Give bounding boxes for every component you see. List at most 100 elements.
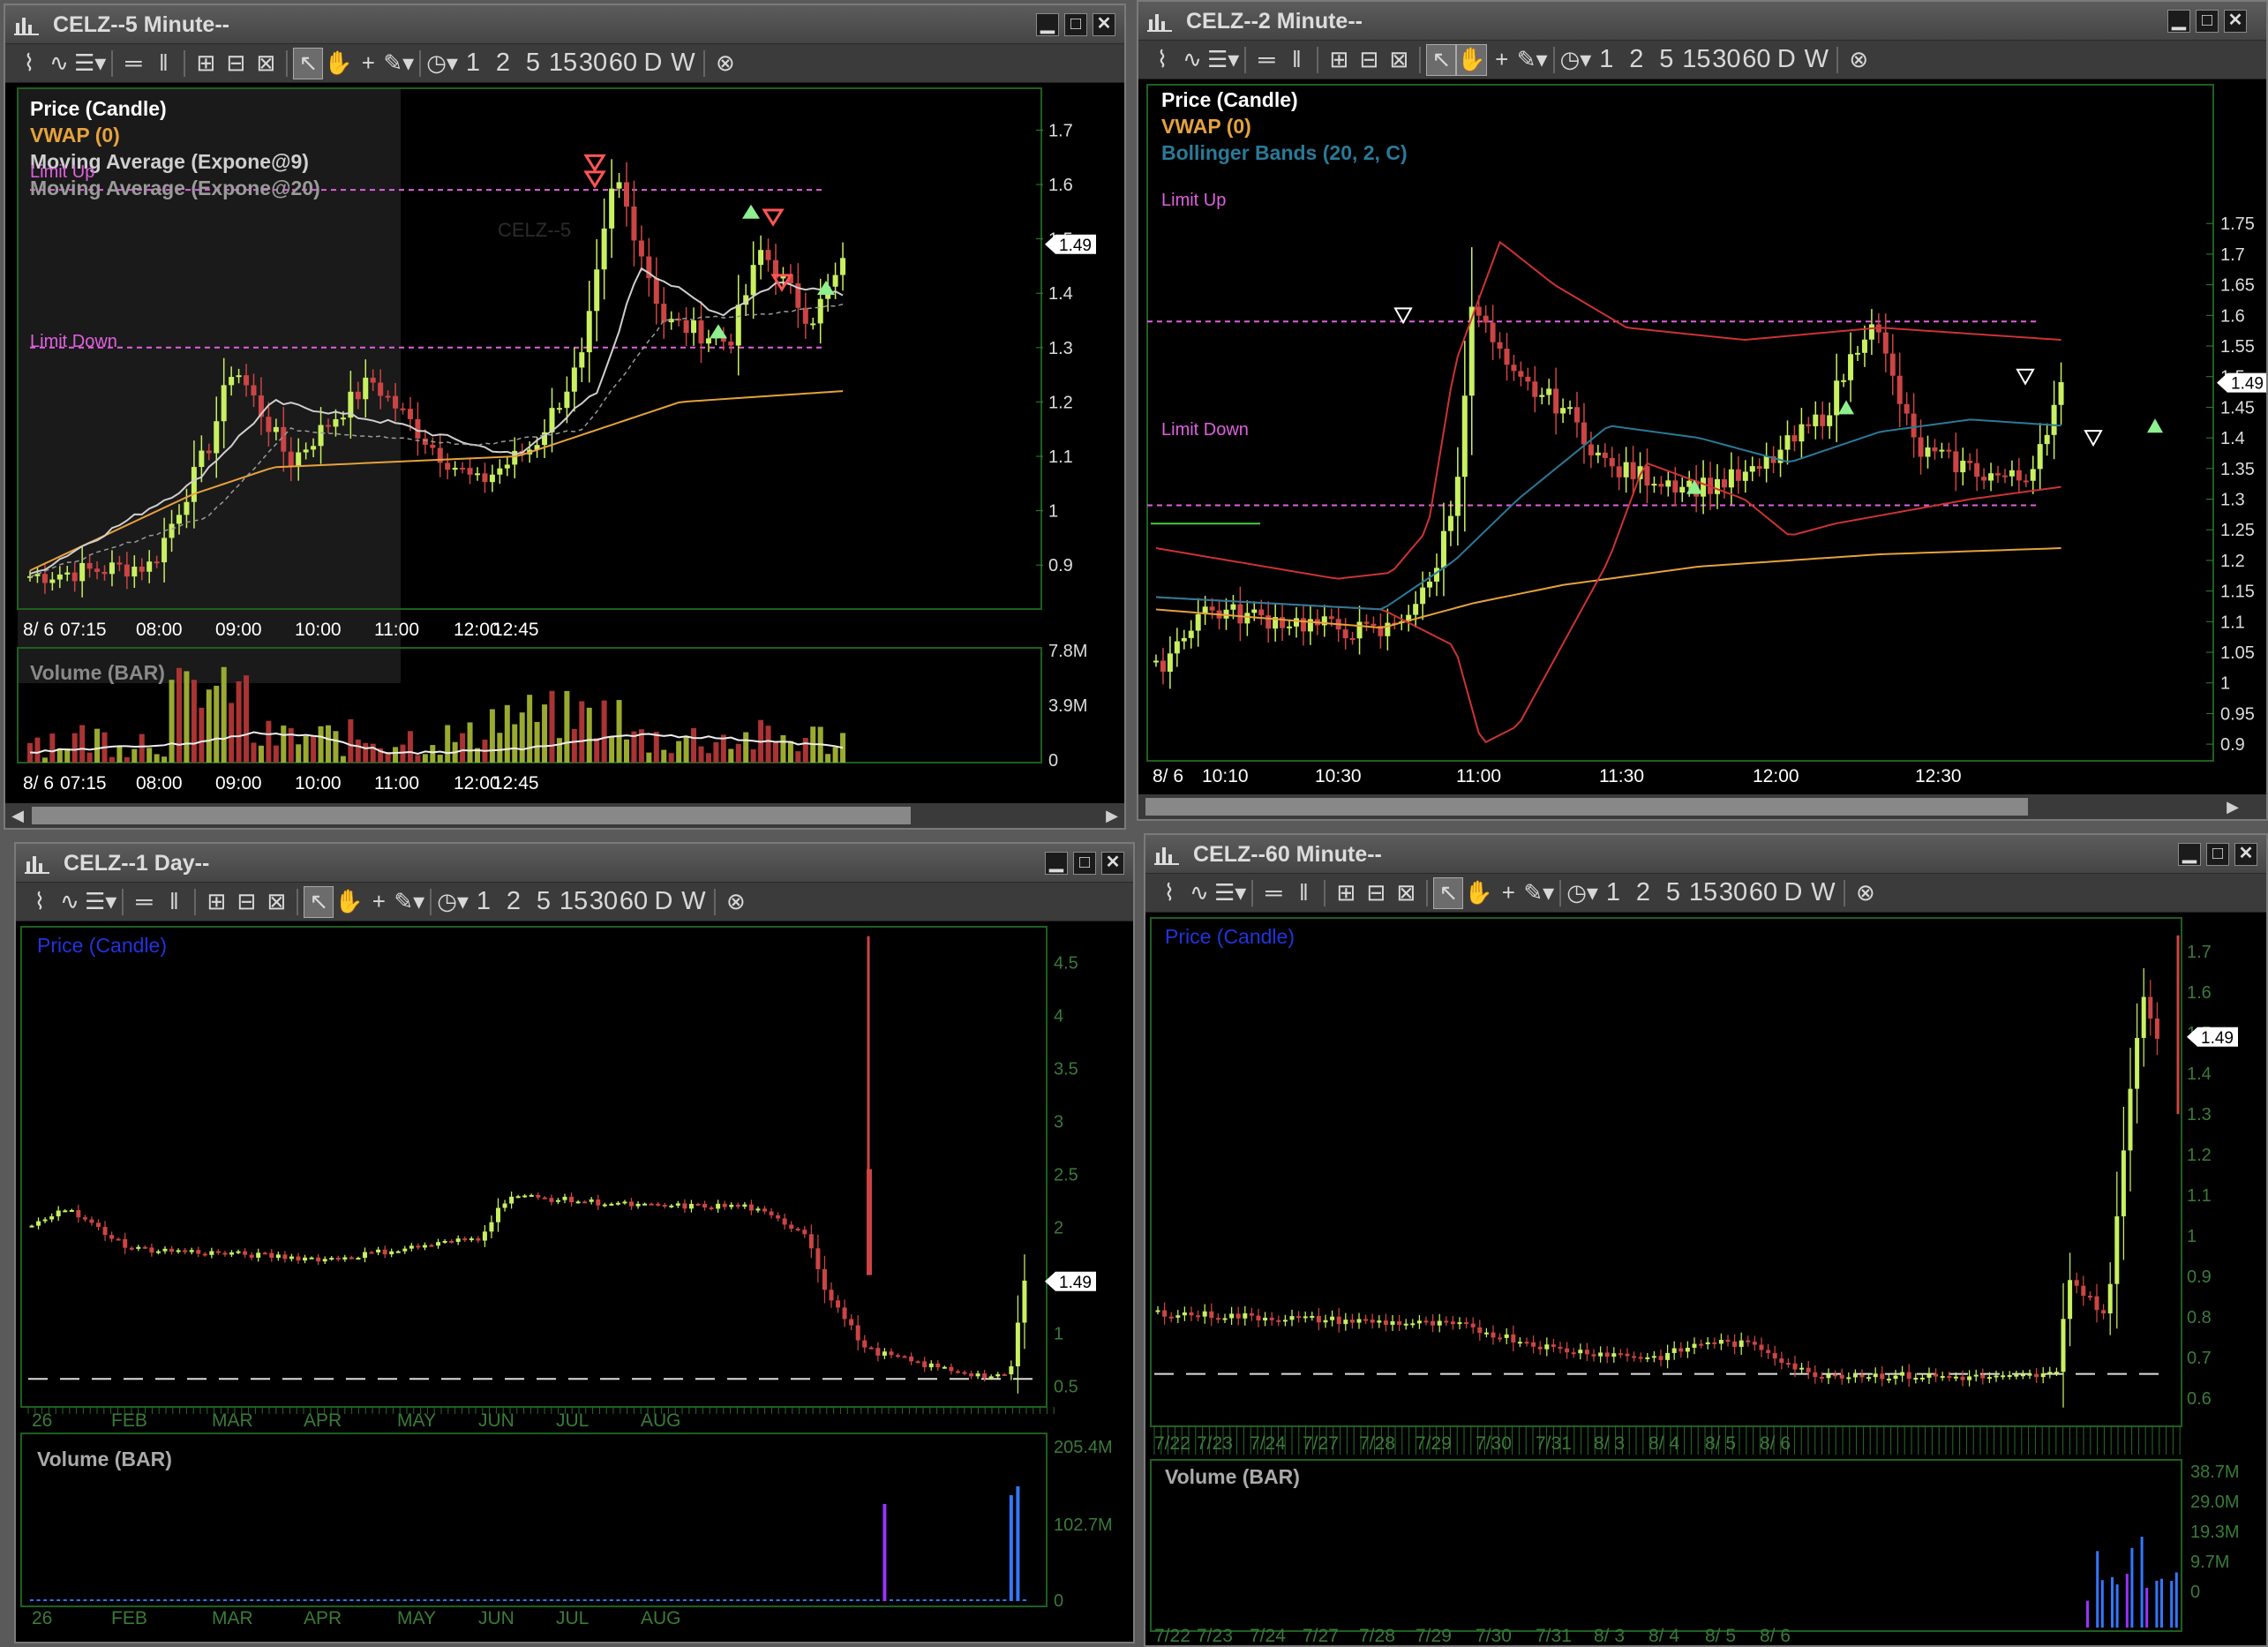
chart-type-icon[interactable]: ⌇ xyxy=(1147,44,1177,76)
hand-icon[interactable]: ✋ xyxy=(334,886,364,918)
period-button-60[interactable]: 60 xyxy=(619,886,649,918)
crosshair-icon[interactable]: + xyxy=(1493,877,1523,909)
scroll-right-arrow[interactable]: ▶ xyxy=(1100,803,1124,828)
period-button-1[interactable]: 1 xyxy=(1591,44,1621,76)
cancel-icon[interactable]: ⊗ xyxy=(1851,877,1881,909)
indicator-menu-icon[interactable]: ☰▾ xyxy=(74,48,106,79)
draw-pencil-icon[interactable]: ✎▾ xyxy=(383,48,414,79)
indicator-menu-icon[interactable]: ☰▾ xyxy=(1214,877,1246,909)
clock-icon[interactable]: ◷▾ xyxy=(1566,877,1598,909)
zoom-out-icon[interactable]: ⊟ xyxy=(221,48,251,79)
period-button-W[interactable]: W xyxy=(1808,877,1838,909)
period-button-D[interactable]: D xyxy=(1771,44,1801,76)
maximize-button[interactable]: □ xyxy=(2206,843,2229,866)
horizontal-scrollbar[interactable]: ◀ ▶ xyxy=(5,803,1124,828)
draw-pencil-icon[interactable]: ✎▾ xyxy=(1523,877,1554,909)
clock-icon[interactable]: ◷▾ xyxy=(426,48,458,79)
scroll-thumb[interactable] xyxy=(32,807,911,824)
cursor-icon[interactable]: ↖ xyxy=(293,47,324,79)
line-style-icon[interactable]: ∿ xyxy=(55,886,85,918)
horizontal-scrollbar[interactable]: ▶ xyxy=(1138,794,2266,819)
horizontal-lines-icon[interactable]: ═ xyxy=(1251,44,1281,76)
period-button-30[interactable]: 30 xyxy=(578,48,608,79)
period-button-5[interactable]: 5 xyxy=(1651,44,1681,76)
clock-icon[interactable]: ◷▾ xyxy=(1560,44,1592,76)
period-button-W[interactable]: W xyxy=(679,886,709,918)
zoom-out-icon[interactable]: ⊟ xyxy=(1361,877,1391,909)
draw-pencil-icon[interactable]: ✎▾ xyxy=(1517,44,1548,76)
cancel-icon[interactable]: ⊗ xyxy=(710,48,740,79)
chart-window-1day[interactable]: CELZ--1 Day-- ▁ □ ✕ ⌇ ∿ ☰▾ ═ ‖ ⊞ ⊟ ⊠ ↖ ✋ + ✎▾ ◷▾ 1 2 5 1… xyxy=(14,842,1135,1643)
period-button-15[interactable]: 15 xyxy=(1681,44,1711,76)
horizontal-lines-icon[interactable]: ═ xyxy=(1258,877,1288,909)
maximize-button[interactable]: □ xyxy=(2196,10,2219,33)
draw-pencil-icon[interactable]: ✎▾ xyxy=(394,886,424,918)
vertical-lines-icon[interactable]: ‖ xyxy=(1281,44,1311,76)
minimize-button[interactable]: ▁ xyxy=(2167,10,2190,33)
period-button-1[interactable]: 1 xyxy=(1598,877,1628,909)
scroll-thumb[interactable] xyxy=(1145,798,2028,816)
cursor-icon[interactable]: ↖ xyxy=(1426,43,1457,76)
chart-type-icon[interactable]: ⌇ xyxy=(25,886,55,918)
chart-window-2min[interactable]: CELZ--2 Minute-- ▁ □ ✕ ⌇ ∿ ☰▾ ═ ‖ ⊞ ⊟ ⊠ ↖ ✋ + ✎▾ ◷▾ 1… xyxy=(1137,0,2268,821)
period-button-30[interactable]: 30 xyxy=(1718,877,1748,909)
period-button-D[interactable]: D xyxy=(1778,877,1808,909)
hand-icon[interactable]: ✋ xyxy=(323,48,353,79)
chart-window-5min[interactable]: CELZ--5 Minute-- ▁ □ ✕ ⌇ ∿ ☰▾ ═ ‖ ⊞ ⊟ ⊠ ↖ ✋ + ✎▾ ◷▾ 1… xyxy=(4,4,1126,830)
vertical-lines-icon[interactable]: ‖ xyxy=(1288,877,1318,909)
zoom-in-icon[interactable]: ⊞ xyxy=(1324,44,1354,76)
crosshair-icon[interactable]: + xyxy=(353,48,383,79)
zoom-fit-icon[interactable]: ⊠ xyxy=(251,48,281,79)
period-button-5[interactable]: 5 xyxy=(529,886,559,918)
minimize-button[interactable]: ▁ xyxy=(1045,852,1068,875)
crosshair-icon[interactable]: + xyxy=(364,886,394,918)
period-button-60[interactable]: 60 xyxy=(1748,877,1778,909)
clock-icon[interactable]: ◷▾ xyxy=(437,886,469,918)
chart-window-60min[interactable]: CELZ--60 Minute-- ▁ □ ✕ ⌇ ∿ ☰▾ ═ ‖ ⊞ ⊟ ⊠ ↖ ✋ + ✎▾ ◷▾… xyxy=(1144,833,2268,1647)
zoom-out-icon[interactable]: ⊟ xyxy=(231,886,261,918)
maximize-button[interactable]: □ xyxy=(1073,852,1096,875)
zoom-out-icon[interactable]: ⊟ xyxy=(1354,44,1384,76)
line-style-icon[interactable]: ∿ xyxy=(1184,877,1214,909)
minimize-button[interactable]: ▁ xyxy=(2178,843,2201,866)
window-titlebar[interactable]: CELZ--2 Minute-- ▁ □ ✕ xyxy=(1138,2,2266,41)
period-button-30[interactable]: 30 xyxy=(589,886,619,918)
period-button-D[interactable]: D xyxy=(638,48,668,79)
period-button-15[interactable]: 15 xyxy=(559,886,589,918)
zoom-in-icon[interactable]: ⊞ xyxy=(201,886,231,918)
chart-area[interactable]: 1.71.61.51.41.31.21.110.91.497.8M3.9M08/… xyxy=(5,83,1124,828)
chart-area[interactable]: 1.71.61.51.41.31.21.110.90.80.70.61.4938… xyxy=(1145,913,2266,1645)
minimize-button[interactable]: ▁ xyxy=(1036,13,1059,36)
hand-icon[interactable]: ✋ xyxy=(1456,43,1487,76)
window-titlebar[interactable]: CELZ--60 Minute-- ▁ □ ✕ xyxy=(1145,835,2266,874)
chart-area[interactable]: 1.751.71.651.61.551.51.451.41.351.31.251… xyxy=(1138,79,2266,819)
cancel-icon[interactable]: ⊗ xyxy=(1844,44,1874,76)
period-button-W[interactable]: W xyxy=(1801,44,1831,76)
period-button-W[interactable]: W xyxy=(668,48,698,79)
period-button-2[interactable]: 2 xyxy=(488,48,518,79)
vertical-lines-icon[interactable]: ‖ xyxy=(159,886,189,918)
period-button-60[interactable]: 60 xyxy=(1741,44,1771,76)
zoom-fit-icon[interactable]: ⊠ xyxy=(1384,44,1414,76)
period-button-5[interactable]: 5 xyxy=(1658,877,1688,909)
horizontal-lines-icon[interactable]: ═ xyxy=(129,886,159,918)
close-button[interactable]: ✕ xyxy=(1093,13,1115,36)
horizontal-lines-icon[interactable]: ═ xyxy=(118,48,148,79)
scroll-left-arrow[interactable]: ◀ xyxy=(5,803,30,828)
window-titlebar[interactable]: CELZ--5 Minute-- ▁ □ ✕ xyxy=(5,5,1124,44)
close-button[interactable]: ✕ xyxy=(2224,10,2247,33)
zoom-in-icon[interactable]: ⊞ xyxy=(1331,877,1361,909)
zoom-in-icon[interactable]: ⊞ xyxy=(191,48,221,79)
cursor-icon[interactable]: ↖ xyxy=(1433,876,1464,909)
vertical-lines-icon[interactable]: ‖ xyxy=(148,48,178,79)
period-button-2[interactable]: 2 xyxy=(1621,44,1651,76)
close-button[interactable]: ✕ xyxy=(2234,843,2257,866)
scroll-right-arrow[interactable]: ▶ xyxy=(2220,794,2245,819)
period-button-5[interactable]: 5 xyxy=(518,48,548,79)
period-button-1[interactable]: 1 xyxy=(458,48,488,79)
period-button-15[interactable]: 15 xyxy=(548,48,578,79)
zoom-fit-icon[interactable]: ⊠ xyxy=(261,886,291,918)
period-button-D[interactable]: D xyxy=(649,886,679,918)
close-button[interactable]: ✕ xyxy=(1101,852,1124,875)
cancel-icon[interactable]: ⊗ xyxy=(721,886,751,918)
